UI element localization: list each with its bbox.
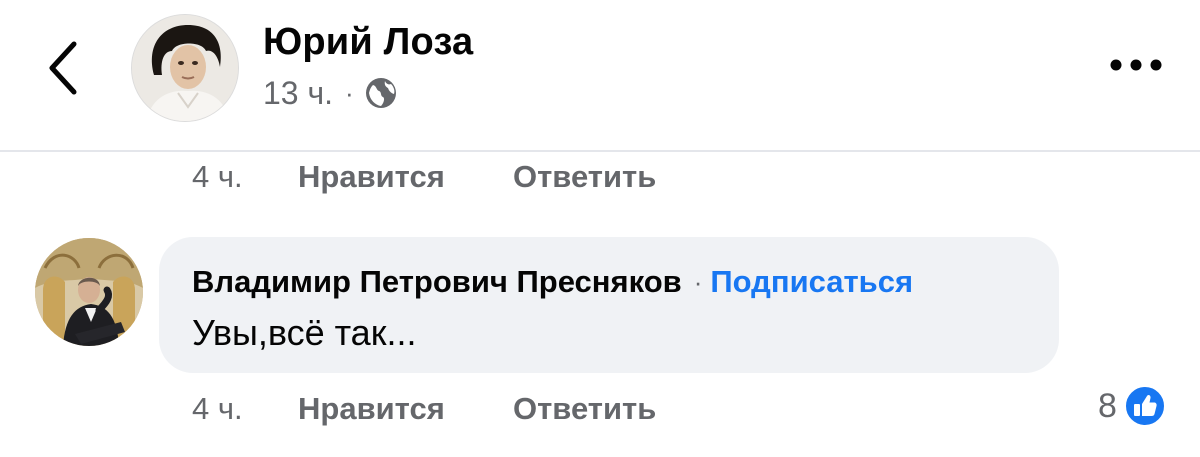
- like-button[interactable]: Нравится: [298, 159, 513, 195]
- comment-header: Владимир Петрович Пресняков · Подписатьс…: [192, 262, 913, 302]
- like-thumb-icon: [1123, 384, 1167, 428]
- follow-link[interactable]: Подписаться: [710, 264, 913, 300]
- comment-actions: 4 ч. Нравится Ответить: [192, 157, 656, 197]
- post-meta: 13 ч. ·: [263, 72, 398, 114]
- chevron-left-icon: [49, 41, 77, 95]
- more-horizontal-icon: [1110, 59, 1162, 71]
- comment-actions: 4 ч. Нравится Ответить: [192, 389, 656, 429]
- reply-button[interactable]: Ответить: [513, 159, 656, 195]
- commenter-avatar[interactable]: [35, 238, 143, 346]
- author-avatar[interactable]: [131, 14, 239, 122]
- like-button[interactable]: Нравится: [298, 391, 513, 427]
- comment-text: Увы,всё так...: [192, 312, 417, 353]
- author-name[interactable]: Юрий Лоза: [263, 18, 473, 66]
- comment-time[interactable]: 4 ч.: [192, 391, 298, 427]
- back-button[interactable]: [38, 36, 92, 100]
- commenter-avatar-image: [35, 238, 143, 346]
- globe-icon[interactable]: [364, 76, 398, 110]
- post-header: Юрий Лоза 13 ч. ·: [0, 0, 1200, 150]
- reaction-count: 8: [1098, 386, 1117, 425]
- meta-separator: ·: [345, 77, 354, 108]
- commenter-name[interactable]: Владимир Петрович Пресняков: [192, 264, 682, 300]
- post-time[interactable]: 13 ч.: [263, 75, 333, 112]
- comment-bubble: Владимир Петрович Пресняков · Подписатьс…: [159, 237, 1059, 373]
- reply-button[interactable]: Ответить: [513, 391, 656, 427]
- author-avatar-image: [132, 15, 238, 121]
- header-divider: [0, 150, 1200, 152]
- name-separator: ·: [693, 266, 703, 297]
- more-options-button[interactable]: [1106, 50, 1166, 80]
- reaction-summary[interactable]: 8: [1098, 384, 1167, 428]
- comment-time[interactable]: 4 ч.: [192, 159, 298, 195]
